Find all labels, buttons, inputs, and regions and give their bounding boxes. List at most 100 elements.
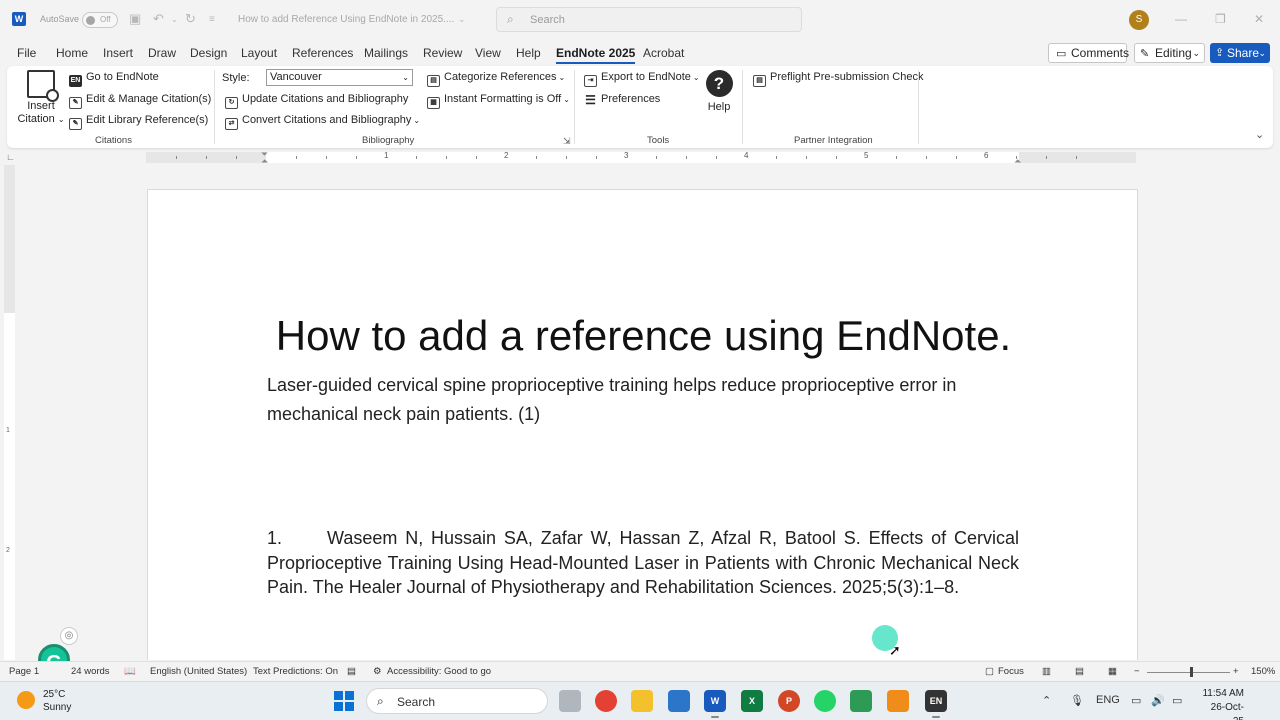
vruler-number: 1: [6, 427, 10, 434]
autosave-toggle[interactable]: Off: [82, 12, 118, 28]
store-icon[interactable]: [668, 690, 690, 712]
macro-icon[interactable]: ▤: [347, 666, 356, 677]
document-title[interactable]: How to add Reference Using EndNote in 20…: [238, 14, 454, 25]
menu-insert[interactable]: Insert: [103, 46, 133, 60]
chrome-icon[interactable]: [595, 690, 617, 712]
volume-icon[interactable]: 🔊: [1151, 694, 1165, 707]
input-language[interactable]: ENG: [1096, 694, 1120, 706]
edit-manage-label: Edit & Manage Citation(s): [86, 93, 212, 105]
proofing-icon[interactable]: 📖: [124, 666, 136, 677]
editing-mode-button[interactable]: ✎ Editing ⌄: [1134, 43, 1205, 63]
instant-formatting-button[interactable]: ▦ Instant Formatting is Off ⌄: [427, 93, 570, 109]
comments-button[interactable]: ▭ Comments: [1048, 43, 1129, 63]
menu-help[interactable]: Help: [516, 46, 541, 60]
close-icon[interactable]: ✕: [1254, 12, 1264, 26]
redo-icon[interactable]: ↻: [185, 11, 196, 27]
menu-file[interactable]: File: [17, 46, 36, 60]
start-button[interactable]: [334, 691, 354, 711]
print-layout-icon[interactable]: ▤: [1075, 666, 1084, 677]
insert-citation-button[interactable]: Insert Citation ⌄: [17, 70, 65, 126]
menu-endnote[interactable]: EndNote 2025: [556, 46, 636, 64]
minimize-icon[interactable]: —: [1175, 12, 1187, 26]
edit-library-reference-button[interactable]: ✎ Edit Library Reference(s): [69, 114, 208, 130]
endnote-app-icon[interactable]: EN: [925, 690, 947, 718]
page-count[interactable]: Page 1: [9, 666, 39, 677]
maximize-icon[interactable]: ❐: [1215, 12, 1226, 26]
document-canvas[interactable]: How to add a reference using EndNote. La…: [15, 165, 1280, 660]
zoom-level[interactable]: 150%: [1251, 666, 1275, 677]
export-icon: ⇥: [584, 75, 597, 87]
ruler-tick: [176, 156, 177, 159]
zoom-slider-track[interactable]: [1147, 672, 1230, 673]
language-status[interactable]: English (United States): [150, 666, 247, 677]
battery-icon[interactable]: ▭: [1172, 694, 1182, 707]
edit-manage-citations-button[interactable]: ✎ Edit & Manage Citation(s): [69, 93, 211, 109]
web-layout-icon[interactable]: ▦: [1108, 666, 1117, 677]
focus-mode-button[interactable]: Focus: [998, 666, 1024, 677]
user-avatar[interactable]: S: [1129, 10, 1149, 30]
undo-dropdown-icon[interactable]: ⌄: [171, 15, 178, 24]
menu-design[interactable]: Design: [190, 46, 227, 60]
file-explorer-icon[interactable]: [631, 690, 653, 712]
preflight-check-button[interactable]: ▤ Preflight Pre-submission Check: [753, 71, 923, 87]
read-mode-icon[interactable]: ▥: [1042, 666, 1051, 677]
convert-citations-button[interactable]: ⇄ Convert Citations and Bibliography ⌄: [225, 114, 420, 130]
menu-mailings[interactable]: Mailings: [364, 46, 408, 60]
dialog-launcher-icon[interactable]: ⇲: [563, 136, 571, 147]
zoom-slider-thumb[interactable]: [1190, 667, 1193, 677]
menu-draw[interactable]: Draw: [148, 46, 176, 60]
system-clock[interactable]: 11:54 AM 26-Oct-25: [1200, 687, 1244, 720]
title-dropdown-icon[interactable]: ⌄: [458, 14, 466, 25]
bibliography-entry[interactable]: 1. Waseem N, Hussain SA, Zafar W, Hassan …: [267, 526, 1019, 600]
title-bar: W AutoSave Off ▣ ↶ ⌄ ↻ ≡ How to add Refe…: [0, 0, 1280, 40]
word-count[interactable]: 24 words: [71, 666, 110, 677]
title-search-box[interactable]: ⌕ Search: [496, 7, 802, 32]
powerpoint-icon[interactable]: P: [778, 690, 800, 712]
ruler-number: 6: [984, 151, 989, 160]
word-logo-icon[interactable]: W: [12, 12, 26, 26]
sun-icon[interactable]: [17, 691, 35, 709]
collapse-ribbon-icon[interactable]: ⌄: [1255, 128, 1264, 141]
customize-toolbar-icon[interactable]: ≡: [209, 14, 215, 25]
vertical-ruler[interactable]: 1 2: [4, 165, 15, 660]
tab-selector-icon[interactable]: ∟: [6, 152, 15, 162]
menu-references[interactable]: References: [292, 46, 353, 60]
update-citations-button[interactable]: ↻ Update Citations and Bibliography: [225, 93, 408, 109]
update-citations-label: Update Citations and Bibliography: [242, 93, 409, 105]
document-heading[interactable]: How to add a reference using EndNote.: [148, 312, 1139, 360]
go-to-endnote-button[interactable]: EN Go to EndNote: [69, 71, 159, 87]
edge-icon[interactable]: [850, 690, 872, 712]
taskbar-search[interactable]: ⌕ Search: [366, 688, 548, 714]
convert-citations-label: Convert Citations and Bibliography: [242, 114, 412, 126]
share-button[interactable]: ⇪ Share ⌄: [1210, 43, 1270, 63]
task-view-icon[interactable]: [559, 690, 581, 712]
save-icon[interactable]: ▣: [129, 11, 141, 27]
menu-review[interactable]: Review: [423, 46, 462, 60]
excel-icon[interactable]: X: [741, 690, 763, 712]
document-page[interactable]: How to add a reference using EndNote. La…: [147, 189, 1138, 660]
display-icon[interactable]: ▭: [1131, 694, 1141, 707]
app-icon[interactable]: [887, 690, 909, 712]
zoom-in-icon[interactable]: +: [1233, 666, 1239, 677]
menu-layout[interactable]: Layout: [241, 46, 277, 60]
text-predictions-status[interactable]: Text Predictions: On: [253, 666, 338, 677]
zoom-out-icon[interactable]: −: [1134, 666, 1140, 677]
menu-home[interactable]: Home: [56, 46, 88, 60]
preferences-button[interactable]: ☰ Preferences: [584, 93, 660, 107]
microphone-icon[interactable]: 🎙: [1070, 694, 1084, 707]
help-button[interactable]: ? Help: [704, 70, 734, 113]
whatsapp-icon[interactable]: [814, 690, 836, 712]
accessibility-status[interactable]: Accessibility: Good to go: [387, 666, 491, 677]
menu-view[interactable]: View: [475, 46, 501, 60]
weather-widget[interactable]: 25°C Sunny: [43, 688, 71, 714]
categorize-references-button[interactable]: ▤ Categorize References ⌄: [427, 71, 565, 87]
show-hidden-icons[interactable]: ⌃: [1042, 694, 1051, 707]
fingerprint-icon[interactable]: ◎: [60, 627, 78, 645]
undo-icon[interactable]: ↶: [153, 11, 164, 27]
export-to-endnote-button[interactable]: ⇥ Export to EndNote ⌄: [584, 71, 700, 87]
menu-acrobat[interactable]: Acrobat: [643, 46, 684, 60]
word-app-icon[interactable]: W: [704, 690, 726, 718]
horizontal-ruler[interactable]: ∟ ⏷ ⏶ ⏶ 1 2 3 4 5 6: [0, 149, 1280, 166]
document-body-paragraph[interactable]: Laser-guided cervical spine propriocepti…: [267, 371, 1019, 429]
style-dropdown[interactable]: Vancouver ⌄: [266, 69, 413, 86]
